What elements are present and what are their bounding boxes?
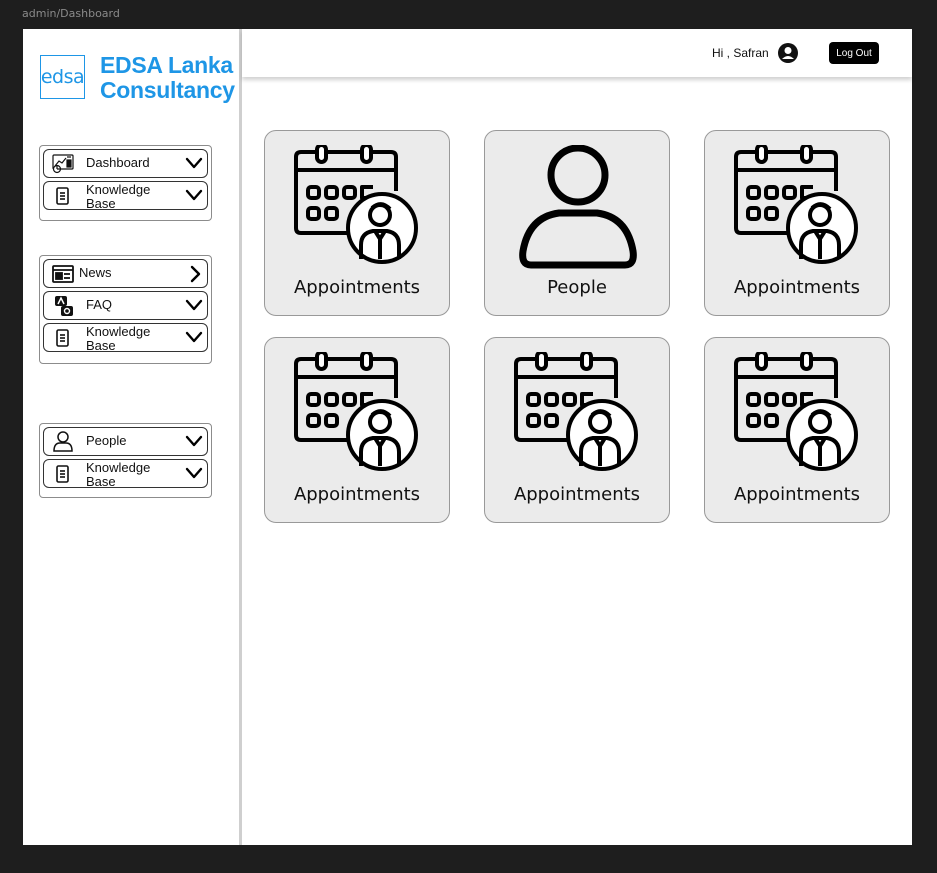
card-label: Appointments [513,484,641,505]
sidebar-item-label: Knowledge Base [86,183,150,211]
chevron-down-icon[interactable] [185,188,203,202]
person-icon [513,145,643,269]
document-icon [52,464,74,484]
chevron-down-icon[interactable] [185,330,203,344]
calendar-person-icon [513,352,643,476]
calendar-person-icon [293,145,423,269]
sidebar-item-news[interactable]: News [43,259,208,288]
sidebar-item-label: People [86,433,127,448]
document-icon [52,186,74,206]
sidebar-item-label: Knowledge Base [86,325,150,353]
nav-group-main: Dashboard Knowledge Base [39,145,212,221]
sidebar: edsa EDSA Lanka Consultancy Dashboard Kn… [23,29,242,845]
card-label: Appointments [733,484,861,505]
user-greeting: Hi , Safran [712,46,769,60]
newspaper-icon [52,265,74,283]
dashboard-card-people[interactable]: People [484,130,670,316]
calendar-person-icon [733,352,863,476]
calendar-person-icon [293,352,423,476]
calendar-person-icon [733,145,863,269]
dashboard-card-appointments[interactable]: Appointments [264,337,450,523]
brand-name: EDSA Lanka Consultancy [100,53,235,103]
document-icon [52,328,74,348]
chevron-down-icon[interactable] [185,298,203,312]
dashboard-card-appointments[interactable]: Appointments [704,130,890,316]
sidebar-item-label: FAQ [86,297,113,312]
qa-icon [55,296,73,316]
dashboard-chart-icon [52,154,74,174]
card-label: Appointments [293,277,421,298]
nav-group-people: People Knowledge Base [39,423,212,498]
label-line1: Knowledge [86,324,151,339]
label-line2: Base [86,196,116,211]
frame-label: admin/Dashboard [22,7,120,20]
edsa-logo-mark: edsa [40,55,85,99]
label-line1: Knowledge [86,460,151,475]
chevron-down-icon[interactable] [185,434,203,448]
brand-name-line2: Consultancy [100,77,235,103]
sidebar-item-label: News [79,265,112,280]
app-frame: edsa EDSA Lanka Consultancy Dashboard Kn… [23,29,912,845]
card-label: Appointments [733,277,861,298]
brand-logo[interactable]: edsa EDSA Lanka Consultancy [40,53,235,105]
sidebar-item-faq[interactable]: FAQ [43,291,208,320]
chevron-right-icon[interactable] [189,265,201,283]
sidebar-item-label: Knowledge Base [86,461,150,489]
sidebar-item-knowledge-base[interactable]: Knowledge Base [43,323,208,353]
user-avatar-icon[interactable] [778,43,798,63]
nav-group-content: News FAQ Knowledge Base [39,255,212,364]
top-header: Hi , Safran Log Out [242,29,912,77]
dashboard-card-appointments[interactable]: Appointments [264,130,450,316]
sidebar-item-label: Dashboard [86,155,150,170]
sidebar-item-dashboard[interactable]: Dashboard [43,149,208,178]
chevron-down-icon[interactable] [185,156,203,170]
chevron-down-icon[interactable] [185,466,203,480]
brand-name-line1: EDSA Lanka [100,52,233,78]
label-line2: Base [86,474,116,489]
sidebar-item-people[interactable]: People [43,427,208,456]
sidebar-item-knowledge-base[interactable]: Knowledge Base [43,459,208,489]
sidebar-item-knowledge-base[interactable]: Knowledge Base [43,181,208,211]
label-line1: Knowledge [86,182,151,197]
person-icon [53,431,73,452]
logout-button[interactable]: Log Out [829,42,879,64]
card-label: Appointments [293,484,421,505]
dashboard-card-appointments[interactable]: Appointments [704,337,890,523]
dashboard-card-appointments[interactable]: Appointments [484,337,670,523]
card-label: People [547,277,607,298]
label-line2: Base [86,338,116,353]
